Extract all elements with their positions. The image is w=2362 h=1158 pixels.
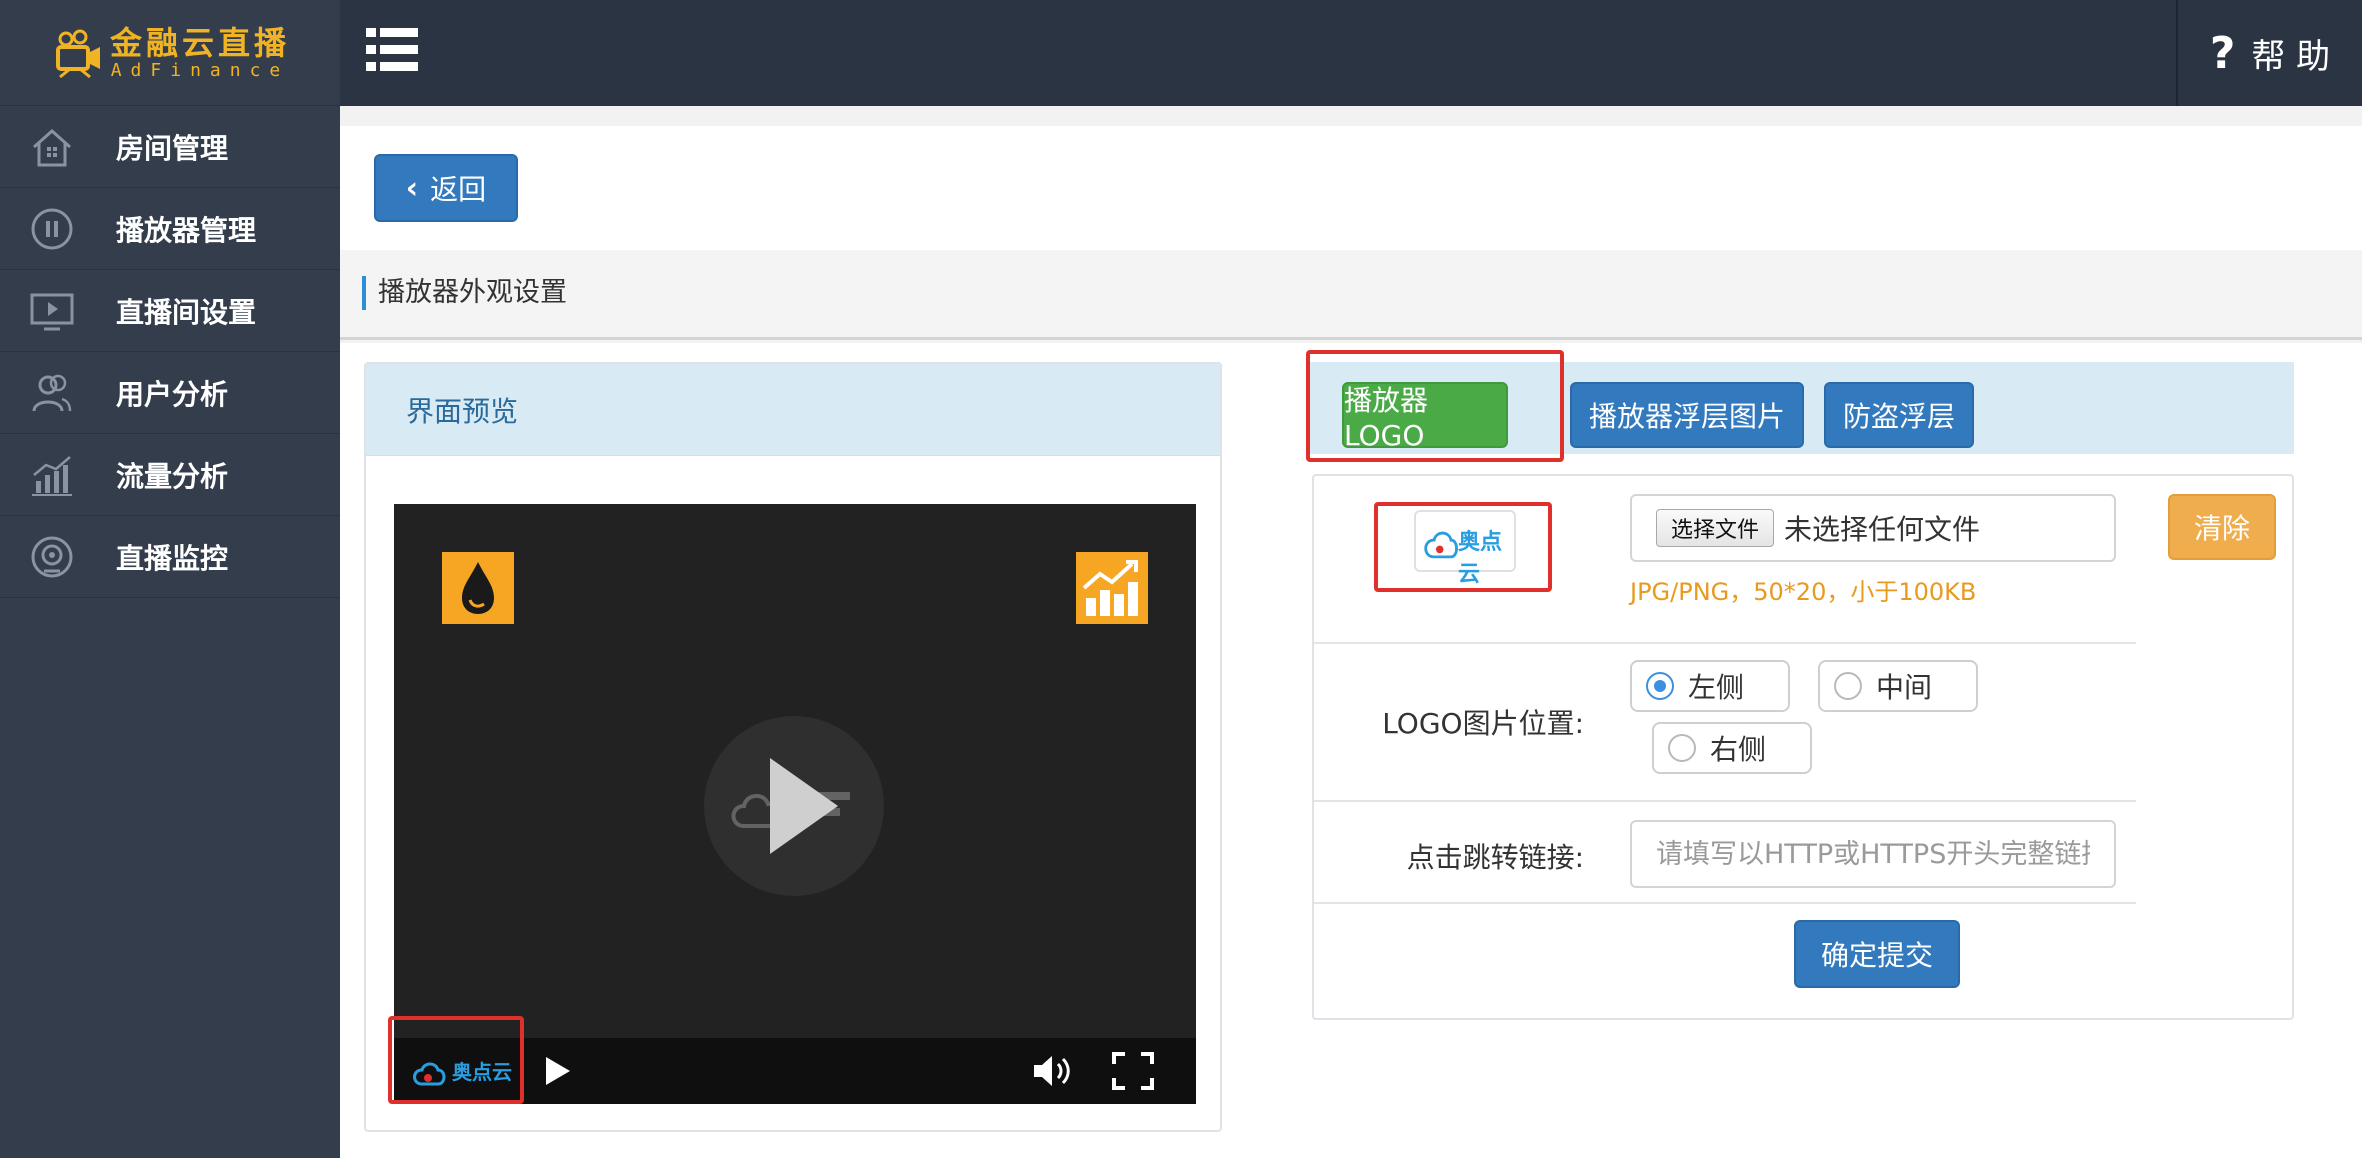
player-logo[interactable]: 奥点云 bbox=[410, 1052, 516, 1090]
sidebar-item-players[interactable]: 播放器管理 bbox=[0, 188, 340, 270]
logo-thumbnail: 奥点云 bbox=[1414, 510, 1516, 587]
bar-chart-icon bbox=[24, 447, 80, 503]
page-title: 播放器外观设置 bbox=[362, 276, 567, 310]
brand-name: 金融云直播 bbox=[109, 23, 290, 62]
brand-name-en: AdFinance bbox=[110, 59, 290, 81]
sidebar-item-label: 播放器管理 bbox=[116, 213, 257, 247]
radio-label: 中间 bbox=[1876, 671, 1933, 704]
play-icon[interactable] bbox=[540, 1054, 574, 1088]
growth-chart-icon bbox=[1076, 552, 1148, 624]
section-header: 播放器外观设置 bbox=[340, 250, 2362, 340]
divider bbox=[1314, 642, 2136, 644]
sidebar-item-label: 直播间设置 bbox=[116, 295, 257, 329]
position-right-option[interactable]: 右侧 bbox=[1652, 722, 1812, 774]
radio-checked[interactable] bbox=[1646, 672, 1674, 700]
sidebar-item-rooms[interactable]: 房间管理 bbox=[0, 106, 340, 188]
thumbnail-logo-text: 奥点云 bbox=[1458, 530, 1503, 587]
choose-file-button[interactable]: 选择文件 bbox=[1656, 509, 1775, 547]
file-hint: JPG/PNG，50*20，小于100KB bbox=[1630, 578, 1977, 606]
pause-circle-icon bbox=[24, 201, 80, 257]
fullscreen-icon[interactable] bbox=[1112, 1052, 1154, 1090]
sidebar-item-live-monitor[interactable]: 直播监控 bbox=[0, 516, 340, 598]
preview-panel: 界面预览 奥点云 bbox=[364, 362, 1222, 1132]
sidebar-item-label: 流量分析 bbox=[116, 459, 229, 493]
sidebar-item-label: 用户分析 bbox=[116, 377, 229, 411]
logo-settings-form: 奥点云 选择文件 未选择任何文件 JPG/PNG，50*20，小于100KB 清… bbox=[1312, 474, 2294, 1020]
sidebar-item-traffic-analysis[interactable]: 流量分析 bbox=[0, 434, 340, 516]
users-icon bbox=[24, 365, 80, 421]
tab-anti-theft-overlay[interactable]: 防盗浮层 bbox=[1824, 382, 1974, 448]
monitor-play-icon bbox=[24, 283, 80, 339]
radio-label: 右侧 bbox=[1710, 733, 1767, 766]
chevron-left-icon: ‹ bbox=[405, 170, 419, 206]
radio-unchecked[interactable] bbox=[1834, 672, 1862, 700]
question-icon: ? bbox=[2209, 27, 2236, 79]
sidebar-item-label: 直播监控 bbox=[116, 541, 229, 575]
tab-player-logo[interactable]: 播放器LOGO bbox=[1342, 382, 1508, 452]
divider bbox=[1314, 902, 2136, 904]
back-label: 返回 bbox=[430, 173, 487, 206]
list-icon[interactable] bbox=[366, 26, 418, 74]
sidebar: 金融云直播 AdFinance 房间管理 播放器管理 直播间设置 用户分析 流量… bbox=[0, 0, 340, 1158]
link-label: 点击跳转链接: bbox=[1406, 841, 1584, 874]
preview-title: 界面预览 bbox=[366, 364, 1220, 456]
sidebar-item-room-settings[interactable]: 直播间设置 bbox=[0, 270, 340, 352]
tab-bar: 播放器LOGO 播放器浮层图片 防盗浮层 bbox=[1310, 362, 2294, 454]
back-button[interactable]: ‹ 返回 bbox=[374, 154, 518, 222]
position-center-option[interactable]: 中间 bbox=[1818, 660, 1978, 712]
webcam-icon bbox=[24, 529, 80, 585]
video-player[interactable]: 奥点云 bbox=[394, 504, 1196, 1104]
oil-drop-icon bbox=[442, 552, 514, 624]
big-play-button[interactable] bbox=[704, 716, 884, 896]
position-left-option[interactable]: 左侧 bbox=[1630, 660, 1790, 712]
submit-button[interactable]: 确定提交 bbox=[1794, 920, 1960, 988]
help-button[interactable]: ? 帮 助 bbox=[2176, 0, 2362, 106]
file-upload-input[interactable]: 选择文件 未选择任何文件 bbox=[1630, 494, 2116, 562]
help-label: 帮 助 bbox=[2251, 36, 2331, 77]
link-input[interactable] bbox=[1630, 820, 2116, 888]
sidebar-item-user-analysis[interactable]: 用户分析 bbox=[0, 352, 340, 434]
sidebar-item-label: 房间管理 bbox=[116, 131, 229, 165]
divider bbox=[1314, 800, 2136, 802]
tab-player-overlay-image[interactable]: 播放器浮层图片 bbox=[1570, 382, 1804, 448]
camera-logo-icon bbox=[55, 29, 100, 78]
player-control-bar: 奥点云 bbox=[394, 1038, 1196, 1104]
radio-unchecked[interactable] bbox=[1668, 734, 1696, 762]
top-bar: ? 帮 助 bbox=[340, 0, 2362, 106]
player-logo-text: 奥点云 bbox=[452, 1060, 512, 1084]
volume-icon[interactable] bbox=[1030, 1052, 1074, 1090]
clear-button[interactable]: 清除 bbox=[2168, 494, 2276, 560]
toolbar: ‹ 返回 bbox=[340, 126, 2362, 250]
file-status: 未选择任何文件 bbox=[1784, 513, 1981, 546]
house-icon bbox=[24, 119, 80, 175]
radio-label: 左侧 bbox=[1688, 671, 1745, 704]
brand-logo[interactable]: 金融云直播 AdFinance bbox=[0, 0, 340, 106]
logo-position-label: LOGO图片位置: bbox=[1382, 707, 1584, 740]
